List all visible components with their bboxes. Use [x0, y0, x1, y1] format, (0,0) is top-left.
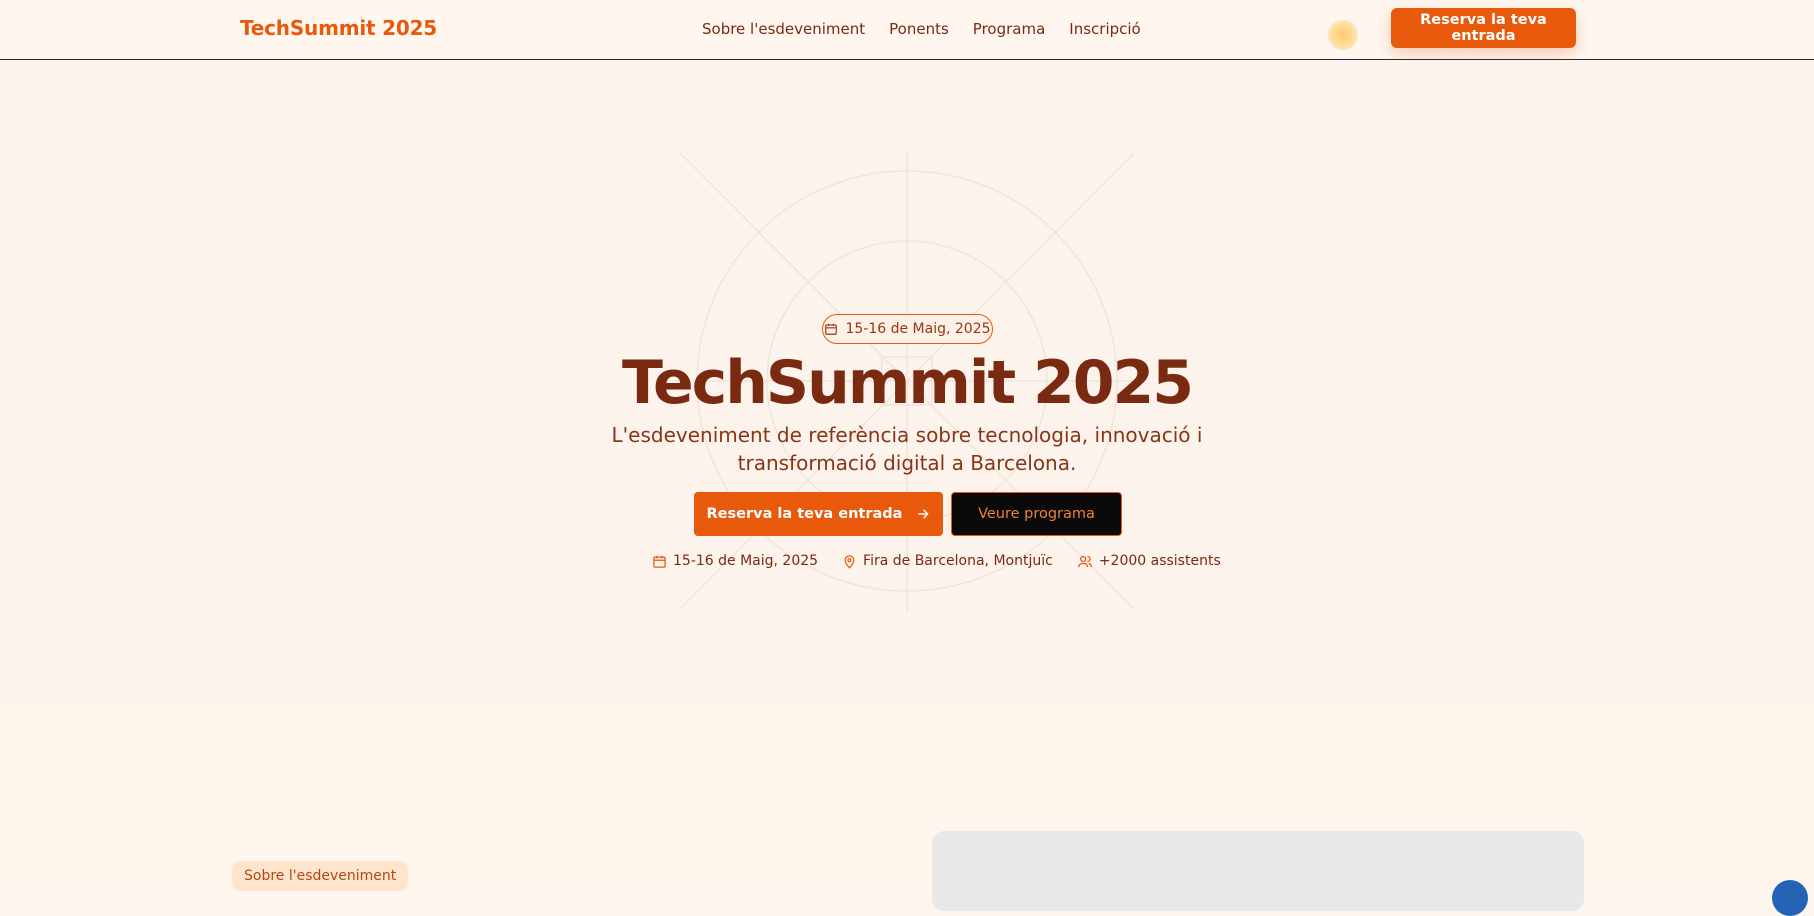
date-badge-label: 15-16 de Maig, 2025 — [845, 321, 991, 337]
about-image-placeholder — [932, 831, 1584, 911]
arrow-right-icon — [918, 509, 930, 519]
brand-logo[interactable]: TechSummit 2025 — [240, 16, 437, 40]
meta-location: Fira de Barcelona, Montjuïc — [842, 553, 1053, 569]
meta-date: 15-16 de Maig, 2025 — [652, 553, 818, 569]
nav-link-program[interactable]: Programa — [973, 20, 1045, 38]
nav-reserve-button[interactable]: Reserva la teva entrada — [1391, 8, 1576, 48]
meta-date-label: 15-16 de Maig, 2025 — [673, 553, 819, 569]
theme-toggle-icon[interactable] — [1328, 20, 1358, 50]
hero-subtitle: L'esdeveniment de referència sobre tecno… — [611, 423, 1203, 475]
about-section-tag: Sobre l'esdeveniment — [232, 861, 409, 891]
calendar-icon — [653, 555, 666, 568]
hero-section: 15-16 de Maig, 2025 TechSummit 2025 L'es… — [0, 61, 1814, 703]
date-badge: 15-16 de Maig, 2025 — [822, 314, 993, 344]
meta-attendees: +2000 assistents — [1077, 553, 1221, 569]
nav-link-registration[interactable]: Inscripció — [1069, 20, 1140, 38]
main-nav: Sobre l'esdeveniment Ponents Programa In… — [702, 20, 1141, 38]
nav-link-speakers[interactable]: Ponents — [889, 20, 949, 38]
top-navbar: TechSummit 2025 Sobre l'esdeveniment Pon… — [0, 0, 1814, 60]
view-program-button[interactable]: Veure programa — [951, 492, 1122, 536]
about-section: Sobre l'esdeveniment — [0, 703, 1814, 911]
hero-reserve-label: Reserva la teva entrada — [706, 506, 903, 522]
calendar-icon — [825, 323, 838, 335]
meta-location-label: Fira de Barcelona, Montjuïc — [863, 553, 1053, 569]
nav-link-about[interactable]: Sobre l'esdeveniment — [702, 20, 865, 38]
hero-reserve-button[interactable]: Reserva la teva entrada — [694, 492, 943, 536]
meta-attendees-label: +2000 assistents — [1098, 553, 1221, 569]
hero-title: TechSummit 2025 — [621, 348, 1194, 418]
event-meta-row: 15-16 de Maig, 2025 Fira de Barcelona, M… — [652, 553, 1221, 569]
scroll-to-top-button[interactable] — [1772, 880, 1808, 916]
map-pin-icon — [844, 554, 855, 569]
users-icon — [1077, 555, 1092, 567]
